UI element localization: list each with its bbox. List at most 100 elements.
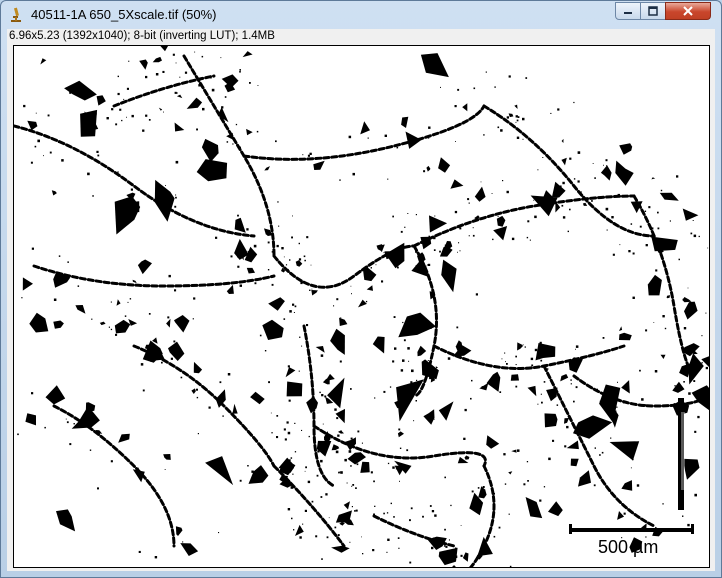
- speck: [374, 505, 376, 507]
- speck: [175, 196, 177, 199]
- close-button[interactable]: [665, 2, 711, 20]
- speck: [539, 341, 542, 344]
- speck: [373, 513, 375, 516]
- speck: [556, 404, 559, 406]
- speck: [592, 163, 594, 164]
- speck: [397, 537, 400, 539]
- speck: [224, 162, 226, 164]
- image-canvas[interactable]: [13, 45, 710, 568]
- speck: [573, 101, 575, 104]
- speck: [552, 439, 555, 442]
- speck: [462, 122, 465, 125]
- speck: [129, 298, 132, 300]
- speck: [170, 357, 173, 360]
- speck: [300, 281, 303, 285]
- speck: [92, 195, 94, 197]
- speck: [271, 251, 274, 253]
- speck: [276, 244, 279, 248]
- speck: [239, 71, 241, 73]
- speck: [287, 268, 289, 270]
- speck: [352, 172, 355, 176]
- speck: [65, 418, 67, 420]
- speck: [91, 318, 93, 320]
- scale-bar-horizontal: [569, 528, 694, 532]
- speck: [415, 214, 417, 216]
- speck: [289, 459, 291, 461]
- speck: [407, 213, 409, 214]
- speck: [594, 447, 596, 449]
- speck: [201, 55, 204, 58]
- speck: [506, 116, 509, 119]
- speck: [256, 130, 259, 133]
- speck: [196, 128, 198, 131]
- speck: [662, 315, 665, 318]
- speck: [89, 449, 92, 451]
- speck: [333, 305, 335, 307]
- speck: [562, 216, 566, 219]
- speck: [387, 178, 389, 180]
- maximize-icon: [648, 6, 658, 16]
- speck: [533, 199, 535, 201]
- speck: [308, 435, 310, 438]
- speck: [286, 421, 289, 424]
- speck: [219, 381, 222, 384]
- speck: [674, 385, 676, 387]
- speck: [256, 440, 258, 443]
- speck: [526, 461, 529, 463]
- speck: [381, 280, 384, 283]
- speck: [311, 500, 314, 503]
- speck: [140, 363, 144, 366]
- speck: [617, 381, 618, 383]
- speck: [218, 532, 220, 534]
- speck: [111, 108, 114, 111]
- speck: [293, 312, 295, 313]
- speck: [534, 215, 537, 219]
- speck: [472, 234, 475, 237]
- speck: [459, 227, 462, 230]
- image-window: 40511-1A 650_5Xscale.tif (50%) 6.96x5.23…: [0, 0, 722, 578]
- speck: [422, 515, 424, 518]
- title-bar[interactable]: 40511-1A 650_5Xscale.tif (50%): [1, 1, 721, 29]
- speck: [340, 471, 343, 474]
- speck: [682, 298, 684, 300]
- speck: [193, 297, 196, 300]
- speck: [443, 545, 446, 547]
- speck: [387, 462, 390, 465]
- maximize-button[interactable]: [640, 2, 666, 20]
- minimize-button[interactable]: [615, 2, 641, 20]
- speck: [611, 216, 614, 219]
- speck: [547, 368, 549, 370]
- speck: [508, 75, 511, 78]
- speck: [575, 345, 579, 348]
- speck: [87, 118, 89, 121]
- speck: [383, 390, 386, 393]
- speck: [411, 369, 414, 373]
- speck: [509, 565, 512, 567]
- speck: [106, 117, 109, 120]
- scale-bar-label: 500 µm: [598, 537, 659, 557]
- speck: [429, 505, 432, 507]
- speck: [612, 253, 615, 256]
- speck: [423, 170, 426, 173]
- speck: [456, 326, 459, 329]
- speck: [253, 244, 257, 248]
- speck: [481, 386, 485, 389]
- speck: [21, 297, 23, 299]
- speck: [690, 232, 693, 235]
- speck: [108, 326, 110, 328]
- speck: [654, 370, 658, 373]
- speck: [198, 84, 201, 87]
- speck: [687, 287, 689, 289]
- speck: [128, 60, 130, 62]
- speck: [276, 415, 279, 417]
- speck: [254, 282, 257, 285]
- speck: [383, 252, 385, 254]
- speck: [662, 503, 664, 505]
- speck: [287, 431, 291, 435]
- speck: [164, 469, 166, 470]
- speck: [540, 393, 542, 395]
- speck: [483, 134, 485, 136]
- speck: [355, 509, 358, 512]
- speck: [657, 211, 659, 214]
- speck: [500, 129, 503, 132]
